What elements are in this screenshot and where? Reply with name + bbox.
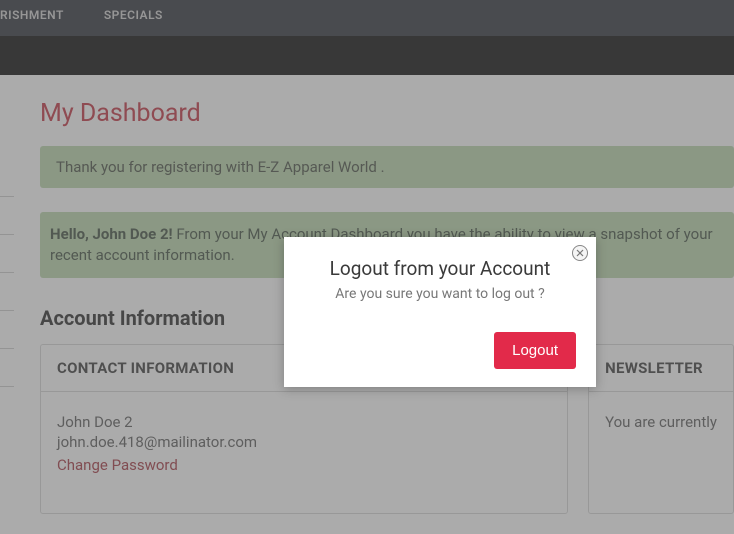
modal-actions: Logout xyxy=(304,332,576,369)
modal-title: Logout from your Account xyxy=(304,257,576,280)
modal-text: Are you sure you want to log out ? xyxy=(304,286,576,302)
logout-modal: Logout from your Account Are you sure yo… xyxy=(284,237,596,387)
logout-button[interactable]: Logout xyxy=(494,332,576,369)
close-icon[interactable] xyxy=(572,245,588,261)
